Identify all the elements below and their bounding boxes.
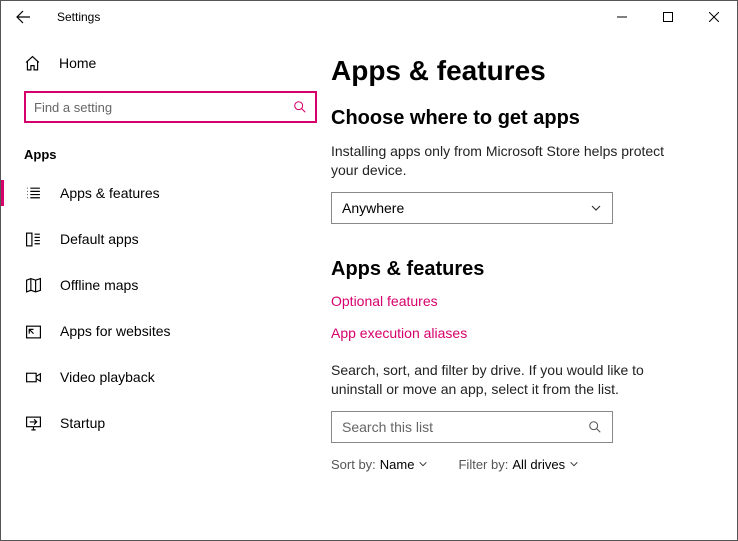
- chevron-down-icon: [590, 202, 602, 214]
- home-label: Home: [59, 55, 96, 71]
- chevron-down-icon: [418, 459, 428, 469]
- filter-label: Filter by:: [458, 457, 508, 472]
- nav-group-header: Apps: [1, 131, 331, 170]
- sort-by-control[interactable]: Sort by: Name: [331, 457, 428, 472]
- page-title: Apps & features: [331, 55, 719, 87]
- nav-default-apps[interactable]: Default apps: [1, 216, 331, 262]
- minimize-icon: [617, 12, 627, 22]
- window-title: Settings: [57, 10, 100, 24]
- titlebar: Settings: [1, 1, 737, 33]
- section-desc-source: Installing apps only from Microsoft Stor…: [331, 142, 691, 180]
- video-icon: [24, 368, 42, 386]
- open-external-icon: [24, 322, 42, 340]
- search-icon: [293, 100, 307, 114]
- map-icon: [24, 276, 42, 294]
- nav-offline-maps[interactable]: Offline maps: [1, 262, 331, 308]
- close-button[interactable]: [691, 1, 737, 33]
- optional-features-link[interactable]: Optional features: [331, 293, 719, 309]
- sort-filter-bar: Sort by: Name Filter by: All drives: [331, 457, 719, 472]
- arrow-left-icon: [15, 9, 31, 25]
- minimize-button[interactable]: [599, 1, 645, 33]
- search-apps-input[interactable]: [342, 419, 588, 435]
- sort-value: Name: [380, 457, 415, 472]
- nav-item-label: Apps & features: [60, 185, 160, 201]
- nav-item-label: Startup: [60, 415, 105, 431]
- defaults-icon: [24, 230, 42, 248]
- nav-item-label: Offline maps: [60, 277, 138, 293]
- nav-item-label: Default apps: [60, 231, 139, 247]
- search-wrap: [24, 91, 317, 123]
- content: Apps & features Choose where to get apps…: [331, 33, 737, 540]
- settings-window: Settings Home: [0, 0, 738, 541]
- nav-apps-features[interactable]: Apps & features: [1, 170, 331, 216]
- home-icon: [24, 55, 41, 72]
- find-setting-input[interactable]: [34, 100, 293, 115]
- maximize-icon: [663, 12, 673, 22]
- chevron-down-icon: [569, 459, 579, 469]
- maximize-button[interactable]: [645, 1, 691, 33]
- dropdown-value: Anywhere: [342, 200, 404, 216]
- sidebar: Home Apps Apps & features Default: [1, 33, 331, 540]
- nav-video-playback[interactable]: Video playback: [1, 354, 331, 400]
- nav-item-label: Apps for websites: [60, 323, 171, 339]
- close-icon: [709, 12, 719, 22]
- filter-by-control[interactable]: Filter by: All drives: [458, 457, 579, 472]
- body: Home Apps Apps & features Default: [1, 33, 737, 540]
- home-nav[interactable]: Home: [1, 45, 331, 81]
- nav-apps-for-websites[interactable]: Apps for websites: [1, 308, 331, 354]
- window-controls: [599, 1, 737, 33]
- nav-startup[interactable]: Startup: [1, 400, 331, 446]
- search-icon: [588, 420, 602, 434]
- app-execution-aliases-link[interactable]: App execution aliases: [331, 325, 719, 341]
- back-button[interactable]: [5, 1, 41, 33]
- app-source-dropdown[interactable]: Anywhere: [331, 192, 613, 224]
- section-title-source: Choose where to get apps: [331, 107, 719, 130]
- search-apps-box[interactable]: [331, 411, 613, 443]
- sort-label: Sort by:: [331, 457, 376, 472]
- filter-value: All drives: [512, 457, 565, 472]
- section-title-list: Apps & features: [331, 258, 719, 281]
- list-desc: Search, sort, and filter by drive. If yo…: [331, 361, 691, 399]
- nav-item-label: Video playback: [60, 369, 155, 385]
- find-setting-search[interactable]: [24, 91, 317, 123]
- startup-icon: [24, 414, 42, 432]
- list-icon: [24, 184, 42, 202]
- titlebar-left: Settings: [5, 1, 100, 33]
